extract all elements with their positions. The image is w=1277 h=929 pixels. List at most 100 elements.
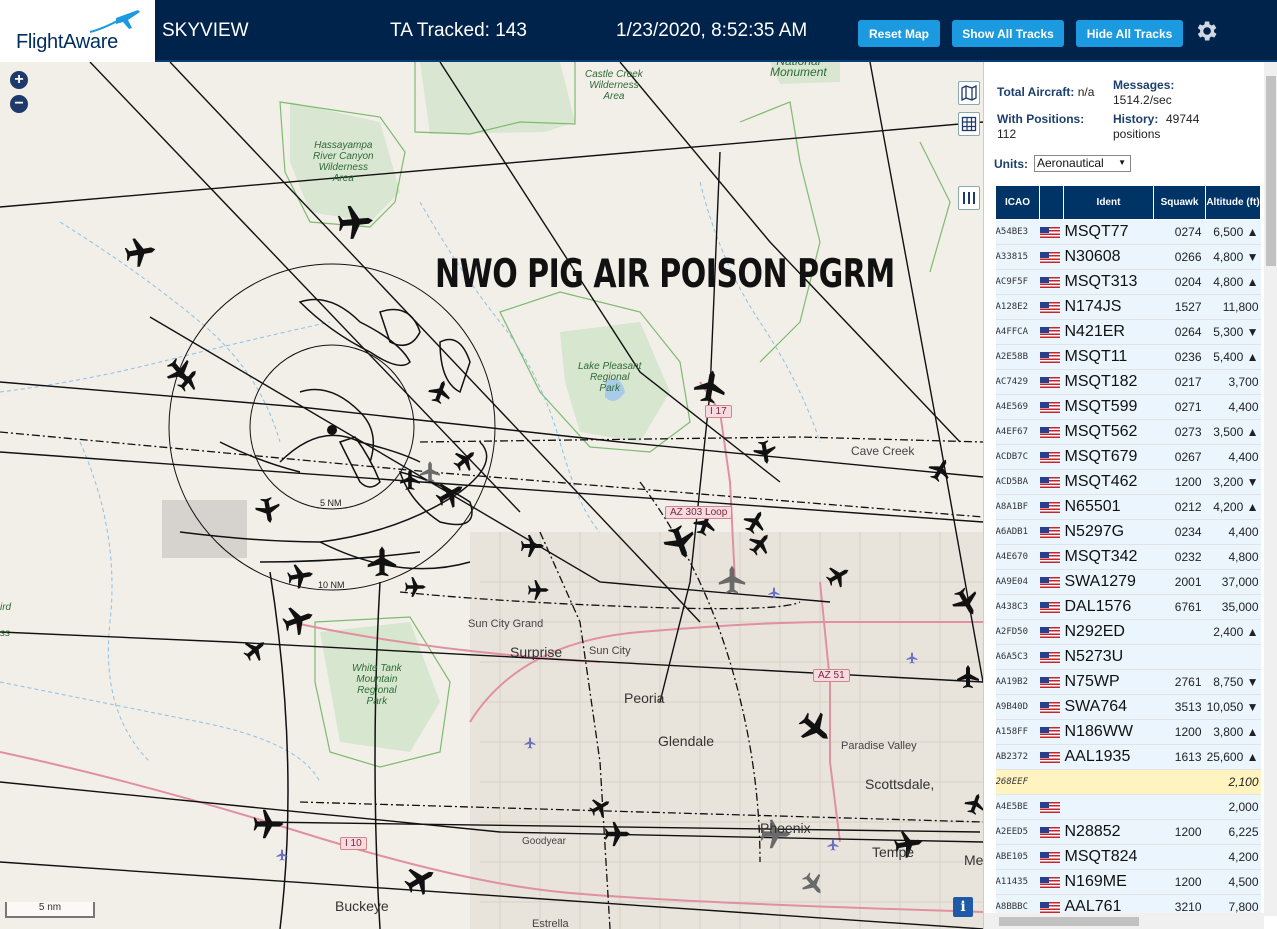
- flag-cell: [1039, 669, 1064, 695]
- flag-cell: [1039, 569, 1064, 595]
- flag-cell: [1039, 469, 1064, 495]
- aircraft-row[interactable]: A438C3 DAL1576 6761 35,000: [995, 594, 1261, 620]
- us-flag-icon: [1039, 851, 1060, 863]
- aircraft-row[interactable]: AB2372 AAL1935 1613 25,600 ▲: [995, 744, 1261, 770]
- aircraft-ident: N28852: [1063, 819, 1154, 845]
- total-aircraft-label: Total Aircraft:: [997, 85, 1075, 99]
- aircraft-icao: A2EED5: [995, 819, 1040, 845]
- zoom-in-button[interactable]: +: [10, 71, 28, 89]
- aircraft-squawk: 2001: [1153, 569, 1206, 595]
- column-toggle-button[interactable]: [958, 186, 980, 210]
- aircraft-row[interactable]: AC7429 MSQT182 0217 3,700: [995, 369, 1261, 395]
- aircraft-row[interactable]: 268EEF 2,100: [995, 769, 1261, 795]
- aircraft-row[interactable]: ACDB7C MSQT679 0267 4,400: [995, 444, 1261, 470]
- flightaware-logo[interactable]: FlightAware: [0, 0, 155, 62]
- aircraft-altitude: 10,050 ▼: [1205, 694, 1261, 720]
- column-icao[interactable]: ICAO: [995, 185, 1040, 220]
- flag-cell: [1039, 744, 1064, 770]
- place-estrella: Estrella: [532, 918, 569, 929]
- map-canvas[interactable]: Castle Creek Wilderness Area Hassayampa …: [0, 62, 983, 929]
- gear-icon[interactable]: [1193, 18, 1219, 44]
- column-ident[interactable]: Ident: [1063, 185, 1154, 220]
- us-flag-icon: [1039, 226, 1060, 238]
- aircraft-altitude: 4,800: [1205, 544, 1261, 570]
- aircraft-icao: ABE105: [995, 844, 1040, 870]
- aircraft-row[interactable]: ABE105 MSQT824 4,200: [995, 844, 1261, 870]
- us-flag-icon: [1039, 626, 1060, 638]
- aircraft-row[interactable]: ACD5BA MSQT462 1200 3,200 ▼: [995, 469, 1261, 495]
- aircraft-row[interactable]: A33815 N30608 0266 4,800 ▼: [995, 244, 1261, 270]
- aircraft-ident: MSQT599: [1063, 394, 1154, 420]
- aircraft-row[interactable]: A4FFCA N421ER 0264 5,300 ▼: [995, 319, 1261, 345]
- show-all-tracks-button[interactable]: Show All Tracks: [952, 20, 1064, 47]
- aircraft-squawk: 0236: [1153, 344, 1206, 370]
- flag-cell: [1039, 269, 1064, 295]
- aircraft-row[interactable]: A4E5BE 2,000: [995, 794, 1261, 820]
- aircraft-ident: MSQT77: [1063, 219, 1154, 245]
- info-button[interactable]: i: [953, 897, 973, 917]
- tracked-count: TA Tracked: 143: [390, 20, 527, 41]
- aircraft-row[interactable]: A8A1BF N65501 0212 4,200 ▲: [995, 494, 1261, 520]
- vertical-scrollbar[interactable]: [1264, 62, 1277, 916]
- aircraft-row[interactable]: A6A5C3 N5273U: [995, 644, 1261, 670]
- flag-cell: [1039, 444, 1064, 470]
- aircraft-squawk: 0267: [1153, 444, 1206, 470]
- aircraft-row[interactable]: A2EED5 N28852 1200 6,225: [995, 819, 1261, 845]
- aircraft-row[interactable]: A54BE3 MSQT77 0274 6,500 ▲: [995, 219, 1261, 245]
- place-phoenix: Phoenix: [760, 820, 811, 836]
- aircraft-ident: N169ME: [1063, 869, 1154, 895]
- aircraft-altitude: 4,500: [1205, 869, 1261, 895]
- reset-map-button[interactable]: Reset Map: [858, 20, 940, 47]
- map-layers-button[interactable]: [958, 81, 980, 105]
- aircraft-ident: [1063, 769, 1154, 795]
- place-goodyear: Goodyear: [522, 836, 566, 847]
- aircraft-row[interactable]: AC9F5F MSQT313 0204 4,800 ▲: [995, 269, 1261, 295]
- zoom-out-button[interactable]: −: [10, 95, 28, 113]
- us-flag-icon: [1039, 701, 1060, 713]
- column-squawk[interactable]: Squawk: [1153, 185, 1206, 220]
- column-altitude[interactable]: Altitude (ft): [1205, 185, 1261, 220]
- aircraft-altitude: 4,400: [1205, 394, 1261, 420]
- aircraft-altitude: 6,225: [1205, 819, 1261, 845]
- units-select[interactable]: Aeronautical: [1034, 155, 1131, 172]
- aircraft-row[interactable]: A4EF67 MSQT562 0273 3,500 ▲: [995, 419, 1261, 445]
- aircraft-row[interactable]: A6ADB1 N5297G 0234 4,400: [995, 519, 1261, 545]
- hide-all-tracks-button[interactable]: Hide All Tracks: [1076, 20, 1183, 47]
- aircraft-row[interactable]: A2E58B MSQT11 0236 5,400 ▲: [995, 344, 1261, 370]
- us-flag-icon: [1039, 276, 1060, 288]
- aircraft-altitude: 4,800 ▼: [1205, 244, 1261, 270]
- aircraft-squawk: 3513: [1153, 694, 1206, 720]
- aircraft-row[interactable]: A158FF N186WW 1200 3,800 ▲: [995, 719, 1261, 745]
- aircraft-row[interactable]: A11435 N169ME 1200 4,500: [995, 869, 1261, 895]
- aircraft-squawk: 1527: [1153, 294, 1206, 320]
- aircraft-ident: MSQT182: [1063, 369, 1154, 395]
- ring-label-10nm: 10 NM: [318, 580, 345, 590]
- aircraft-icao: A158FF: [995, 719, 1040, 745]
- aircraft-row[interactable]: AA19B2 N75WP 2761 8,750 ▼: [995, 669, 1261, 695]
- aircraft-row[interactable]: A4E670 MSQT342 0232 4,800: [995, 544, 1261, 570]
- aircraft-row[interactable]: A2FD50 N292ED 2,400 ▲: [995, 619, 1261, 645]
- with-positions-label: With Positions:: [997, 112, 1085, 126]
- highway-az51: AZ 51: [813, 669, 850, 682]
- aircraft-icao: A4EF67: [995, 419, 1040, 445]
- scroll-thumb[interactable]: [1266, 76, 1276, 266]
- horizontal-scrollbar[interactable]: [984, 913, 1264, 929]
- aircraft-row[interactable]: AA9E04 SWA1279 2001 37,000: [995, 569, 1261, 595]
- map-grid-button[interactable]: [958, 112, 980, 136]
- aircraft-table: ICAO Ident Squawk Altitude (ft) A54BE3 MS…: [995, 185, 1261, 920]
- ring-label-5nm: 5 NM: [320, 498, 342, 508]
- aircraft-row[interactable]: A128E2 N174JS 1527 11,800: [995, 294, 1261, 320]
- flag-cell: [1039, 869, 1064, 895]
- aircraft-row[interactable]: A9B40D SWA764 3513 10,050 ▼: [995, 694, 1261, 720]
- aircraft-ident: DAL1576: [1063, 594, 1154, 620]
- aircraft-layer: [123, 203, 983, 901]
- aircraft-squawk: [1153, 769, 1206, 795]
- place-me: Me: [964, 852, 983, 868]
- aircraft-squawk: 0212: [1153, 494, 1206, 520]
- aircraft-row[interactable]: A4E569 MSQT599 0271 4,400: [995, 394, 1261, 420]
- us-flag-icon: [1039, 251, 1060, 263]
- us-flag-icon: [1039, 876, 1060, 888]
- aircraft-altitude: 3,200 ▼: [1205, 469, 1261, 495]
- scroll-thumb-h[interactable]: [999, 917, 1139, 926]
- aircraft-squawk: 0274: [1153, 219, 1206, 245]
